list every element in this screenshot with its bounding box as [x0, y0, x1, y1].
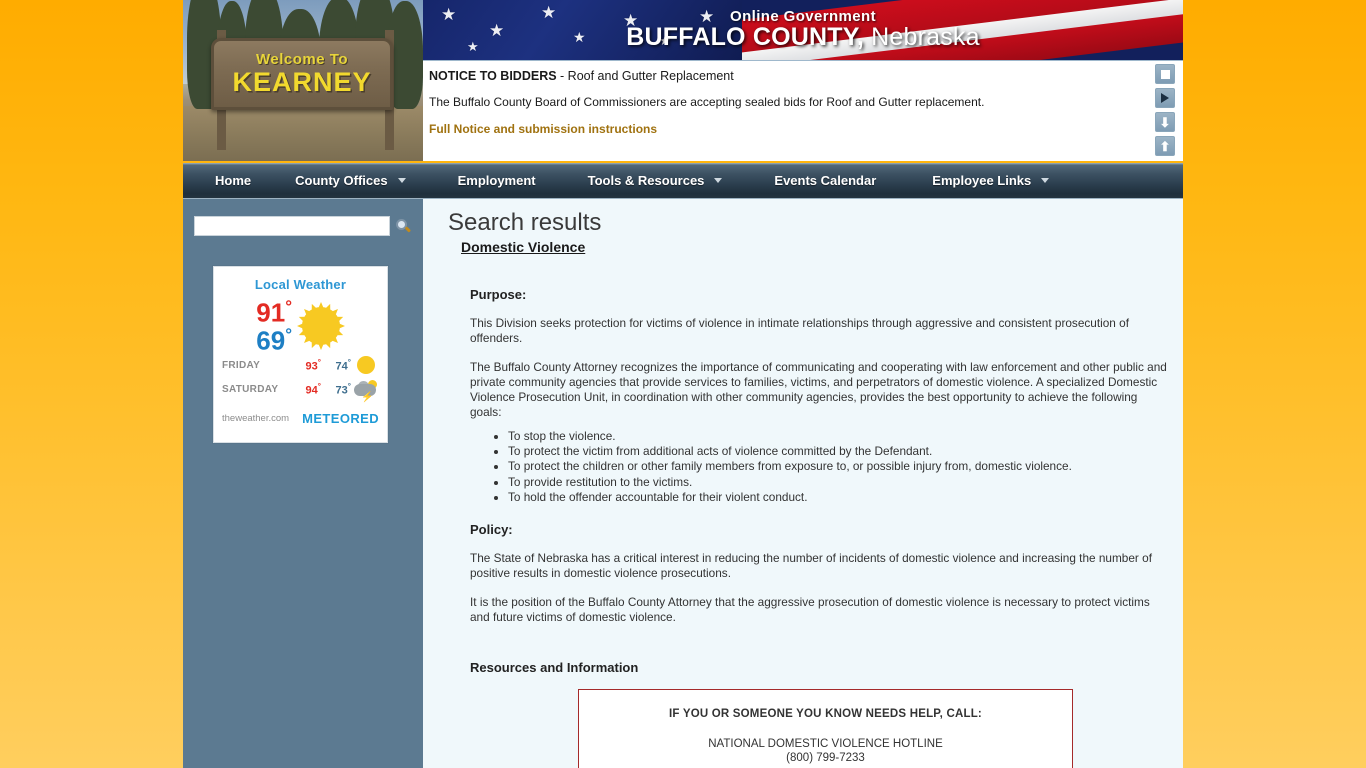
site-search: [194, 216, 412, 236]
purpose-paragraph-1: This Division seeks protection for victi…: [470, 316, 1129, 346]
flag-header: ★ ★ ★ ★ ★ ★ ★ ★ Online Government BUFFAL…: [423, 0, 1183, 60]
dv-hotline-name: NATIONAL DOMESTIC VIOLENCE HOTLINE: [708, 737, 943, 750]
help-hotline-box: IF YOU OR SOMEONE YOU KNOW NEEDS HELP, C…: [578, 688, 1073, 768]
current-high-value: 91: [256, 297, 286, 328]
site-container: Welcome To KEARNEY ★ ★ ★ ★ ★ ★ ★ ★ Onlin…: [183, 0, 1183, 768]
arrow-up-icon: ⬆: [1159, 138, 1171, 154]
search-icon[interactable]: [396, 218, 412, 234]
list-item: To provide restitution to the victims.: [508, 475, 1171, 490]
weather-current: 91° 69°: [214, 292, 387, 353]
nav-label: Employment: [457, 173, 536, 188]
help-call-prompt: IF YOU OR SOMEONE YOU KNOW NEEDS HELP, C…: [669, 707, 982, 720]
scroll-down-button[interactable]: ⬇: [1155, 112, 1175, 132]
current-low-value: 69: [256, 325, 286, 356]
chevron-down-icon: [397, 178, 406, 183]
stop-button[interactable]: [1155, 64, 1175, 84]
lightning-bolt-icon: ⚡: [361, 392, 374, 404]
forecast-row-friday: FRIDAY 93° 74°: [214, 353, 387, 377]
nav-label: Home: [215, 173, 252, 188]
chevron-down-icon: [1041, 178, 1050, 183]
nav-item-county-offices[interactable]: County Offices: [279, 163, 429, 199]
weather-current-low: 69°: [214, 326, 292, 354]
welcome-sign: Welcome To KEARNEY: [211, 38, 393, 110]
list-item: To protect the victim from additional ac…: [508, 444, 1171, 459]
thunderstorm-icon: ⚡: [354, 380, 378, 403]
nav-label: County Offices: [295, 173, 388, 188]
arrow-down-icon: ⬇: [1159, 114, 1171, 130]
forecast-low: 73°: [321, 382, 351, 397]
nav-item-events-calendar[interactable]: Events Calendar: [746, 163, 904, 199]
forecast-high-value: 94: [305, 384, 318, 397]
left-sidebar: Local Weather 91° 69° FRIDAY 93° 74° SAT…: [183, 199, 423, 768]
banner-title: BUFFALO COUNTY, Nebraska: [626, 23, 979, 52]
forecast-low: 74°: [321, 358, 351, 373]
resources-heading: Resources and Information: [470, 659, 639, 675]
welcome-sign-line1: Welcome To: [256, 51, 348, 69]
stop-icon: [1160, 69, 1170, 79]
play-button[interactable]: [1155, 88, 1175, 108]
main-navigation: Home County Offices Employment Tools & R…: [183, 163, 1183, 199]
page-title: Search results: [448, 209, 602, 236]
forecast-day: FRIDAY: [222, 359, 261, 371]
weather-current-high: 91°: [214, 298, 292, 326]
policy-heading: Policy:: [470, 522, 513, 538]
forecast-high: 94°: [295, 382, 321, 397]
list-item: To hold the offender accountable for the…: [508, 490, 1171, 505]
header-banner: Welcome To KEARNEY ★ ★ ★ ★ ★ ★ ★ ★ Onlin…: [183, 0, 1183, 163]
degree-symbol: °: [285, 324, 292, 344]
nav-item-tools-resources[interactable]: Tools & Resources: [564, 163, 747, 199]
search-result-link[interactable]: Domestic Violence: [461, 239, 585, 255]
kearney-welcome-photo: Welcome To KEARNEY: [183, 0, 423, 161]
banner-title-county: BUFFALO COUNTY,: [626, 23, 864, 51]
weather-title: Local Weather: [254, 277, 347, 292]
weather-current-temps: 91° 69°: [214, 298, 298, 353]
chevron-down-icon: [714, 178, 723, 183]
magnifier-handle: [404, 225, 412, 232]
dv-hotline-number: (800) 799-7233: [786, 751, 865, 764]
main-content: Search results Domestic Violence Purpose…: [423, 199, 1183, 768]
purpose-paragraph-2: The Buffalo County Attorney recognizes t…: [470, 360, 1167, 420]
purpose-heading: Purpose:: [470, 287, 527, 302]
weather-footer: theweather.com METEORED: [214, 401, 387, 426]
weather-source: theweather.com: [222, 413, 290, 425]
slider-controls: ⬇ ⬆: [1155, 64, 1179, 160]
notice-title-bold: NOTICE TO BIDDERS: [429, 69, 557, 83]
forecast-low-value: 74: [335, 360, 348, 373]
scroll-up-button[interactable]: ⬆: [1155, 136, 1175, 156]
forecast-icon-wrap: ⚡: [351, 380, 381, 403]
nav-label: Employee Links: [932, 173, 1032, 188]
banner-title-block: Online Government BUFFALO COUNTY, Nebras…: [423, 0, 1183, 60]
play-icon: [1161, 93, 1169, 103]
forecast-high-value: 93: [305, 360, 318, 373]
full-notice-link[interactable]: Full Notice and submission instructions: [429, 122, 1169, 136]
search-input[interactable]: [194, 216, 390, 236]
list-item: To protect the children or other family …: [508, 459, 1171, 474]
weather-widget[interactable]: Local Weather 91° 69° FRIDAY 93° 74° SAT…: [213, 266, 388, 443]
forecast-low-value: 73: [335, 384, 348, 397]
notice-title-rest: - Roof and Gutter Replacement: [556, 69, 734, 83]
policy-paragraph-2: It is the position of the Buffalo County…: [470, 595, 1150, 625]
forecast-icon-wrap: [351, 356, 381, 375]
sun-icon: [298, 301, 344, 350]
goals-list: To stop the violence. To protect the vic…: [486, 429, 1171, 506]
policy-paragraph-1: The State of Nebraska has a critical int…: [470, 551, 1152, 581]
nav-item-employment[interactable]: Employment: [430, 163, 564, 199]
sun-icon: [357, 356, 375, 375]
notice-panel: NOTICE TO BIDDERS - Roof and Gutter Repl…: [423, 60, 1183, 161]
meteored-logo: METEORED: [302, 411, 379, 427]
nav-label: Events Calendar: [774, 173, 877, 188]
forecast-high: 93°: [295, 358, 321, 373]
notice-title: NOTICE TO BIDDERS - Roof and Gutter Repl…: [429, 69, 1169, 83]
nav-item-home[interactable]: Home: [183, 163, 279, 199]
nav-item-employee-links[interactable]: Employee Links: [904, 163, 1065, 199]
forecast-row-saturday: SATURDAY 94° 73° ⚡: [214, 377, 387, 403]
nav-label: Tools & Resources: [587, 173, 705, 188]
notice-body: The Buffalo County Board of Commissioner…: [429, 95, 985, 109]
sun-core: [302, 306, 340, 345]
degree-symbol: °: [285, 297, 292, 316]
welcome-sign-line2: KEARNEY: [232, 67, 372, 98]
banner-title-state: Nebraska: [863, 23, 980, 51]
forecast-day: SATURDAY: [222, 383, 279, 395]
list-item: To stop the violence.: [508, 429, 1171, 444]
